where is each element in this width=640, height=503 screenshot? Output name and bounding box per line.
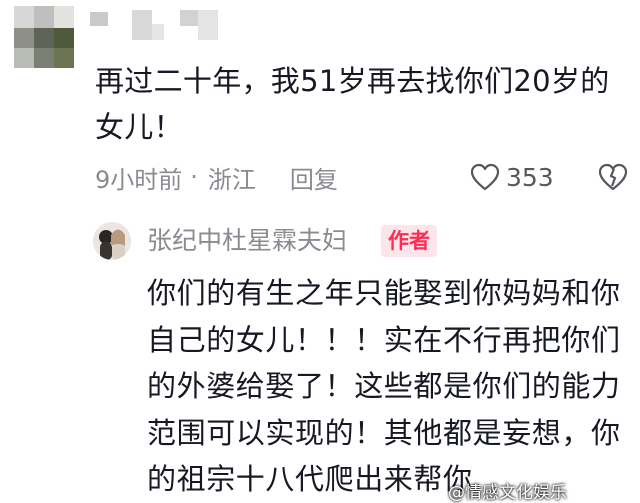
reply-button[interactable]: 回复 <box>290 160 338 195</box>
reply-text: 你们的有生之年只能娶到你妈妈和你自己的女儿！！！实在不行再把你们的外婆给娶了！这… <box>147 276 621 496</box>
reply-author-avatar[interactable] <box>93 222 131 260</box>
meta-separator: · <box>190 163 198 191</box>
author-badge: 作者 <box>381 225 437 257</box>
comment-time: 9小时前 <box>95 165 183 194</box>
like-count: 353 <box>506 162 554 192</box>
comment-meta-row: 9小时前 · 浙江 回复 353 <box>95 158 640 196</box>
like-button[interactable]: 353 <box>470 158 554 196</box>
reply-author-name[interactable]: 张纪中杜星霖夫妇 <box>147 223 347 259</box>
comment-text: 再过二十年，我51岁再去找你们20岁的女儿！ <box>95 64 610 144</box>
commenter-name-blurred[interactable] <box>90 8 220 42</box>
comment-location: 浙江 <box>207 165 256 194</box>
commenter-avatar-blurred[interactable] <box>14 6 74 68</box>
heart-icon <box>470 163 500 191</box>
dislike-icon[interactable] <box>598 162 628 192</box>
avatar-image <box>93 222 131 260</box>
watermark: @情感文化娱乐 <box>448 483 567 503</box>
